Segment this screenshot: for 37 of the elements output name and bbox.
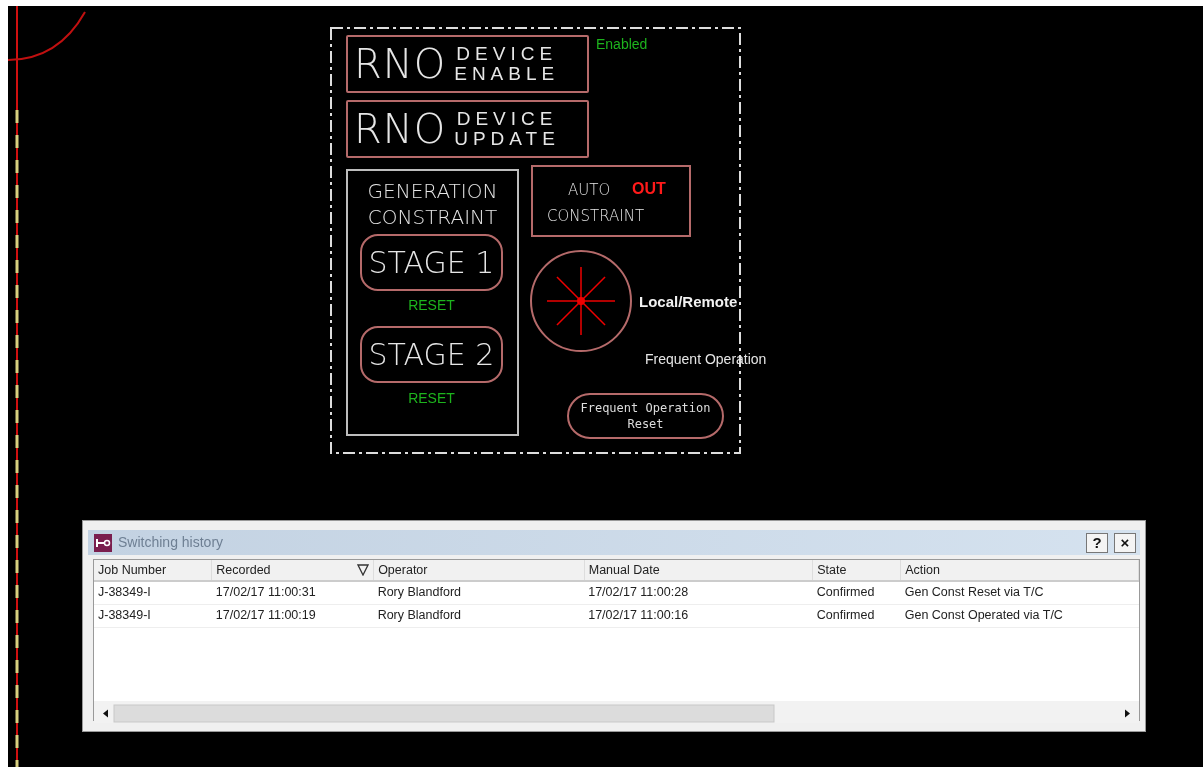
window-title: Switching history <box>118 533 224 552</box>
table-cell: Rory Blandford <box>373 604 585 627</box>
auto-label: CONSTRAINT <box>547 206 645 227</box>
auto-label: AUTO <box>568 180 611 201</box>
column-header[interactable]: Manual Date <box>584 560 813 581</box>
column-header[interactable]: Operator <box>373 560 585 581</box>
panel-title: CONSTRAINT <box>366 204 499 231</box>
table-cell: 17/02/17 11:00:16 <box>584 604 813 627</box>
status-label: OUT <box>632 179 666 199</box>
close-button[interactable]: × <box>1114 532 1136 553</box>
panel-title: GENERATION <box>366 178 499 205</box>
reset-status: RESET <box>407 296 456 315</box>
help-button[interactable]: ? <box>1086 532 1108 553</box>
table-cell: J-38349-I <box>94 581 212 604</box>
table-cell: J-38349-I <box>94 604 212 627</box>
column-header[interactable]: State <box>812 560 901 581</box>
status-label: Enabled <box>596 35 648 54</box>
column-header[interactable]: Job Number <box>94 560 212 581</box>
table-cell: Gen Const Operated via T/C <box>900 604 1139 627</box>
table-cell: 17/02/17 11:00:19 <box>211 604 374 627</box>
table-cell: Confirmed <box>812 604 901 627</box>
switch-label: Local/Remote <box>639 292 738 312</box>
reset-status: RESET <box>407 389 456 408</box>
table-cell: 17/02/17 11:00:28 <box>584 581 813 604</box>
switch-app-icon <box>94 533 112 552</box>
column-header[interactable]: Action <box>900 560 1139 581</box>
sort-descending-icon[interactable] <box>357 564 370 576</box>
table-cell: Gen Const Reset via T/C <box>900 581 1139 604</box>
frequent-operation-reset-button[interactable]: Frequent Operation Reset <box>567 393 724 439</box>
table-cell: Rory Blandford <box>373 581 585 604</box>
column-header[interactable]: Recorded <box>211 560 374 581</box>
stage-button[interactable]: STAGE 2 <box>360 326 503 383</box>
horizontal-scrollbar[interactable] <box>94 704 1139 724</box>
table-cell: Confirmed <box>812 581 901 604</box>
table-cell: 17/02/17 11:00:31 <box>211 581 374 604</box>
switch-symbol-icon[interactable] <box>530 250 632 352</box>
stage-button[interactable]: STAGE 1 <box>360 234 503 291</box>
